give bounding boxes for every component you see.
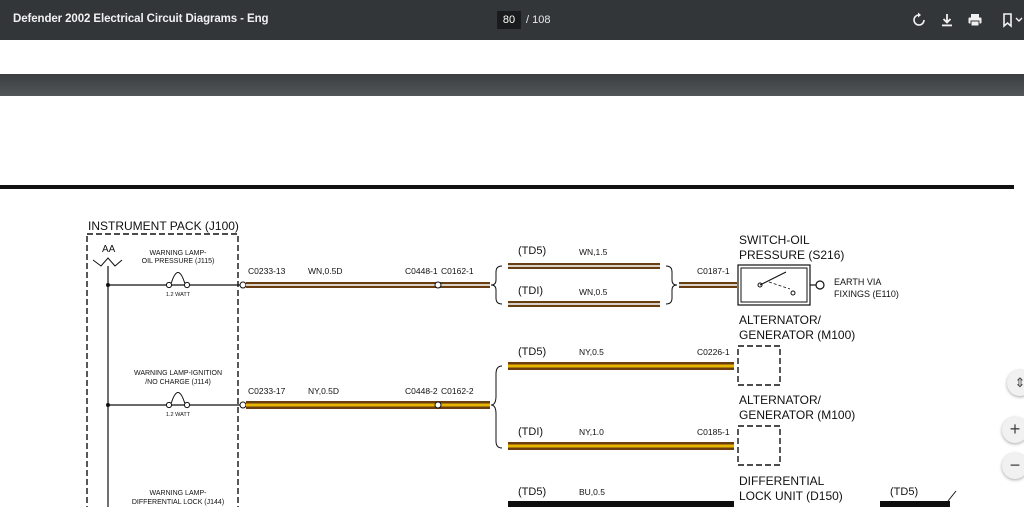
tdi-label-a: (TDI) [518,285,543,297]
lamp2-watt: 1.2 WATT [166,412,191,418]
diff-title-1: DIFFERENTIAL [739,474,825,488]
wire-ny05: NY,0.5 [579,347,604,357]
alternator-box-2 [737,425,781,466]
wire-wn-harness [246,282,490,288]
switch-title-2: PRESSURE (S216) [739,248,844,262]
diff-title-2: LOCK UNIT (D150) [739,489,843,503]
td5-label-c: (TD5) [518,486,546,498]
wire-bu05: BU,0.5 [579,487,605,497]
alternator-box-1 [737,345,781,386]
conn-c0226-1: C0226-1 [697,347,730,357]
alt2-title-1: ALTERNATOR/ [739,393,822,407]
lamp1-watt: 1.2 WATT [166,292,191,298]
lamp3-title-1: WARNING LAMP- [150,490,208,497]
td5-label-d: (TD5) [890,486,918,498]
wire-wn05-line [508,301,660,307]
conn-c0185-1: C0185-1 [697,427,730,437]
connector-c0448-2 [434,401,442,409]
page-number-input[interactable] [497,11,521,29]
conn-c0162-2: C0162-2 [441,386,474,396]
wire-tick [947,490,957,502]
document-title: Defender 2002 Electrical Circuit Diagram… [13,13,269,25]
splice-brace-ny [490,365,503,449]
connector-c0233-13 [239,281,247,289]
previous-page-bottom [0,40,1024,74]
earth-text-2: FIXINGS (E110) [834,289,899,299]
switch-title-1: SWITCH-OIL [739,233,810,247]
wire-ny05-line [508,362,734,370]
junction-dot [106,283,110,287]
wire-wn05d: WN,0.5D [308,266,342,276]
circuit-diagram: INSTRUMENT PACK (J100) AA WARNING LAMP- … [0,185,1014,507]
wire-ny10-line [508,442,734,450]
aa-symbol [92,257,123,267]
connector-c0233-17 [239,401,247,409]
lamp2-title-1: WARNING LAMP-IGNITION [134,370,222,377]
lamp1-title-2: OIL PRESSURE (J115) [142,258,215,265]
conn-c0233-17: C0233-17 [248,386,286,396]
conn-c0448-1: C0448-1 [405,266,438,276]
total-pages: / 108 [526,14,551,26]
aa-label: AA [102,244,116,255]
junction-dot [106,403,110,407]
wire-wn05: WN,0.5 [579,287,608,297]
conn-c0187-1: C0187-1 [697,266,730,276]
splice-brace-left [490,265,503,305]
rotate-icon[interactable] [911,12,927,28]
instrument-pack-title: INSTRUMENT PACK (J100) [88,219,239,233]
lamp1-title-1: WARNING LAMP- [150,250,208,257]
print-icon[interactable] [967,12,983,28]
alt1-title-1: ALTERNATOR/ [739,313,822,327]
pdf-toolbar: Defender 2002 Electrical Circuit Diagram… [0,0,1024,40]
conn-c0448-2: C0448-2 [405,386,438,396]
wire-wn15-line [508,263,660,269]
page-navigator: / 108 [497,11,550,29]
alt1-title-2: GENERATOR (M100) [739,328,855,342]
wire-ny-harness [246,401,490,409]
oil-pressure-switch-symbol [737,264,825,306]
wire-bu05-line [508,501,734,507]
wire-to-switch [679,282,737,288]
alt2-title-2: GENERATOR (M100) [739,408,855,422]
page-gap [0,74,1024,96]
download-icon[interactable] [939,12,955,28]
td5-label-b: (TD5) [518,346,546,358]
earth-text-1: EARTH VIA [834,277,881,287]
conn-c0233-13: C0233-13 [248,266,286,276]
wire-wn15: WN,1.5 [579,247,608,257]
td5-label-a: (TD5) [518,245,546,257]
page-rule [0,185,1014,189]
splice-brace-right [665,265,678,305]
lamp3-title-2: DIFFERENTIAL LOCK (J144) [132,499,224,506]
zoom-out-button[interactable]: − [1002,453,1024,479]
wire-td5-d-line [880,501,950,507]
connector-c0448-1 [434,281,442,289]
wire-ny10: NY,1.0 [579,427,604,437]
bookmark-icon[interactable] [1001,12,1024,28]
wire-ny05d: NY,0.5D [308,386,339,396]
tdi-label-b: (TDI) [518,426,543,438]
zoom-in-button[interactable]: + [1002,417,1024,443]
lamp2-title-2: /NO CHARGE (J114) [145,379,211,386]
conn-c0162-1: C0162-1 [441,266,474,276]
